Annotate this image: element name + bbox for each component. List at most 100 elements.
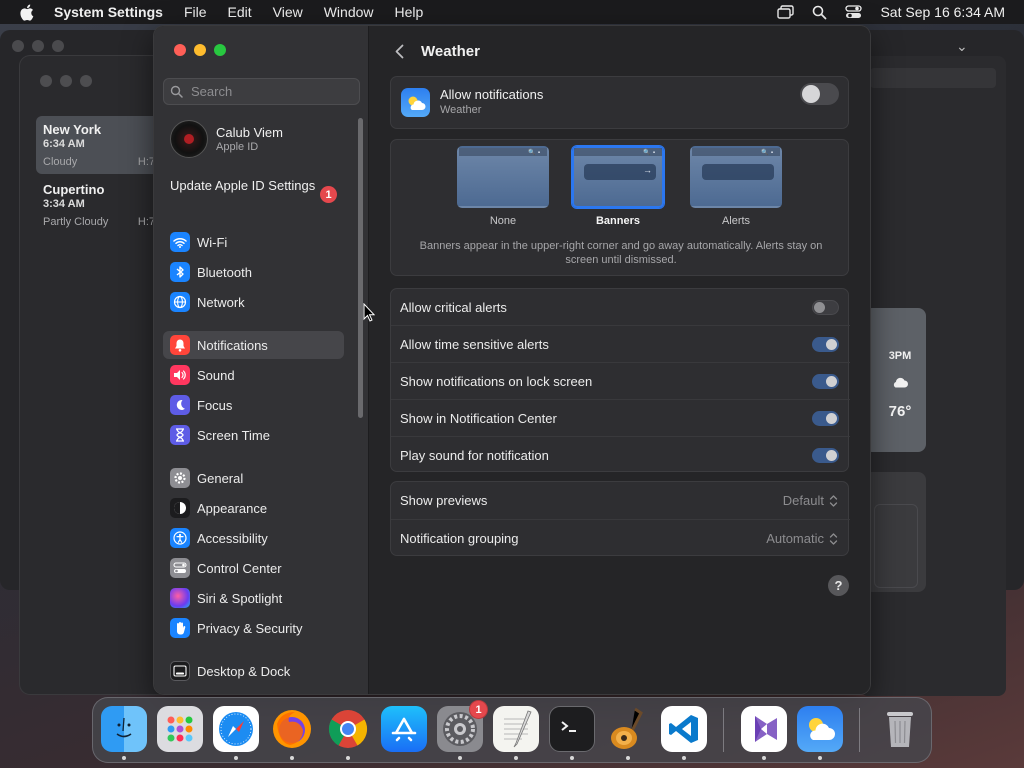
city-item-cupertino[interactable]: Cupertino 3:34 AM Partly Cloudy H:7 — [36, 176, 162, 234]
control-center-icon — [170, 558, 190, 578]
city-name: Cupertino — [43, 182, 105, 197]
update-apple-id-settings[interactable]: Update Apple ID Settings — [170, 178, 342, 194]
sidebar-item-accessibility[interactable]: Accessibility — [163, 524, 344, 552]
forecast-temp: 76° — [888, 403, 912, 420]
updown-chevron-icon[interactable] — [829, 494, 838, 508]
menu-edit[interactable]: Edit — [228, 4, 252, 20]
city-high: H:7 — [137, 216, 155, 228]
dock-app-store[interactable] — [381, 706, 427, 752]
search-input[interactable] — [191, 84, 351, 99]
alert-style-banners[interactable]: 🔍▪ → Banners — [571, 146, 665, 227]
critical-alerts-switch[interactable] — [812, 300, 839, 315]
sidebar-item-general[interactable]: General — [163, 464, 344, 492]
sidebar-item-label: Siri & Spotlight — [197, 590, 283, 606]
sidebar-item-label: Appearance — [197, 500, 268, 516]
dock-separator — [723, 708, 724, 752]
notification-grouping-row[interactable]: Notification grouping Automatic — [391, 519, 850, 556]
dock-chrome[interactable] — [325, 706, 371, 752]
dock-launchpad[interactable] — [157, 706, 203, 752]
zoom-button[interactable] — [214, 44, 226, 56]
menu-app-name[interactable]: System Settings — [54, 4, 163, 20]
updown-chevron-icon[interactable] — [829, 532, 838, 546]
running-indicator — [818, 756, 822, 760]
sidebar-scrollbar[interactable] — [358, 118, 363, 418]
close-button[interactable] — [174, 44, 186, 56]
sidebar-item-label: Control Center — [197, 560, 282, 576]
control-center-icon[interactable] — [844, 4, 862, 20]
sidebar-item-desktop-dock[interactable]: Desktop & Dock — [163, 657, 344, 685]
weather-detail-bar — [870, 68, 996, 88]
toggle-label: Allow critical alerts — [400, 299, 507, 315]
dock-finder[interactable] — [101, 706, 147, 752]
sidebar-item-appearance[interactable]: Appearance — [163, 494, 344, 522]
menu-file[interactable]: File — [184, 4, 207, 20]
sidebar-item-network[interactable]: Network — [163, 288, 344, 316]
help-button[interactable]: ? — [828, 575, 849, 596]
notification-grouping-value[interactable]: Automatic — [766, 531, 824, 546]
allow-notifications-row: Allow notifications Weather — [390, 76, 849, 129]
dock-terminal[interactable] — [549, 706, 595, 752]
sidebar-item-screen-time[interactable]: Screen Time — [163, 421, 344, 449]
menu-window[interactable]: Window — [324, 4, 374, 20]
sidebar-item-label: Network — [197, 294, 245, 310]
menu-help[interactable]: Help — [395, 4, 424, 20]
menu-clock[interactable]: Sat Sep 16 6:34 AM — [880, 4, 1005, 20]
dock-garageband[interactable] — [605, 706, 651, 752]
running-indicator — [290, 756, 294, 760]
page-header: Weather — [370, 38, 480, 64]
gear-icon — [170, 468, 190, 488]
play-sound-switch[interactable] — [812, 448, 839, 463]
apple-icon[interactable] — [19, 4, 37, 21]
running-indicator — [122, 756, 126, 760]
sidebar-item-bluetooth[interactable]: Bluetooth — [163, 258, 344, 286]
sidebar-item-control-center[interactable]: Control Center — [163, 554, 344, 582]
menu-view[interactable]: View — [273, 4, 303, 20]
sidebar-item-label: Screen Time — [197, 427, 270, 443]
alert-style-picker: 🔍▪ None 🔍▪ → Banners 🔍▪ Alerts Banners a… — [390, 139, 849, 276]
show-previews-value[interactable]: Default — [783, 493, 824, 508]
search-field[interactable] — [163, 78, 360, 105]
allow-notifications-toggle[interactable] — [800, 83, 839, 105]
alert-style-alerts[interactable]: 🔍▪ Alerts — [689, 146, 783, 227]
running-indicator — [514, 756, 518, 760]
notification-center-switch[interactable] — [812, 411, 839, 426]
screen-mirroring-icon[interactable] — [776, 4, 794, 20]
back-chevron-icon[interactable] — [390, 41, 408, 61]
dock-weather[interactable] — [797, 706, 843, 752]
show-previews-row[interactable]: Show previews Default — [391, 482, 850, 519]
city-item-new-york[interactable]: New York 6:34 AM Cloudy H:7 — [36, 116, 162, 174]
dock-visual-studio[interactable] — [741, 706, 787, 752]
sidebar-item-focus[interactable]: Focus — [163, 391, 344, 419]
apple-id-profile[interactable]: Calub Viem Apple ID — [170, 118, 360, 160]
dock-trash[interactable] — [877, 706, 923, 752]
time-sensitive-switch[interactable] — [812, 337, 839, 352]
running-indicator — [626, 756, 630, 760]
sidebar-item-sound[interactable]: Sound — [163, 361, 344, 389]
sidebar-item-notifications[interactable]: Notifications — [163, 331, 344, 359]
lock-screen-switch[interactable] — [812, 374, 839, 389]
alert-style-thumbnail: 🔍▪ — [457, 146, 549, 208]
sidebar-item-siri-spotlight[interactable]: Siri & Spotlight — [163, 584, 344, 612]
sidebar-item-wifi[interactable]: Wi-Fi — [163, 228, 344, 256]
sidebar-item-privacy-security[interactable]: Privacy & Security — [163, 614, 344, 642]
forecast-hour: 3PM — [888, 350, 912, 362]
chevron-down-icon[interactable]: ⌄ — [956, 38, 968, 55]
notification-toggles: Allow critical alerts Allow time sensiti… — [390, 288, 850, 472]
dock-safari[interactable] — [213, 706, 259, 752]
settings-sidebar: Calub Viem Apple ID Update Apple ID Sett… — [154, 26, 369, 694]
alert-style-label: None — [489, 215, 517, 227]
dock-textedit[interactable] — [493, 706, 539, 752]
spotlight-search-icon[interactable] — [810, 4, 828, 20]
alert-style-none[interactable]: 🔍▪ None — [456, 146, 550, 227]
allow-notifications-app: Weather — [440, 104, 482, 116]
dock-firefox[interactable] — [269, 706, 315, 752]
toggle-label: Play sound for notification — [400, 448, 549, 463]
city-high: H:7 — [137, 156, 155, 168]
minimize-button[interactable] — [194, 44, 206, 56]
moon-icon — [170, 395, 190, 415]
update-badge: 1 — [320, 186, 337, 203]
appearance-icon — [170, 498, 190, 518]
running-indicator — [762, 756, 766, 760]
notification-selects: Show previews Default Notification group… — [390, 481, 850, 556]
dock-vscode[interactable] — [661, 706, 707, 752]
